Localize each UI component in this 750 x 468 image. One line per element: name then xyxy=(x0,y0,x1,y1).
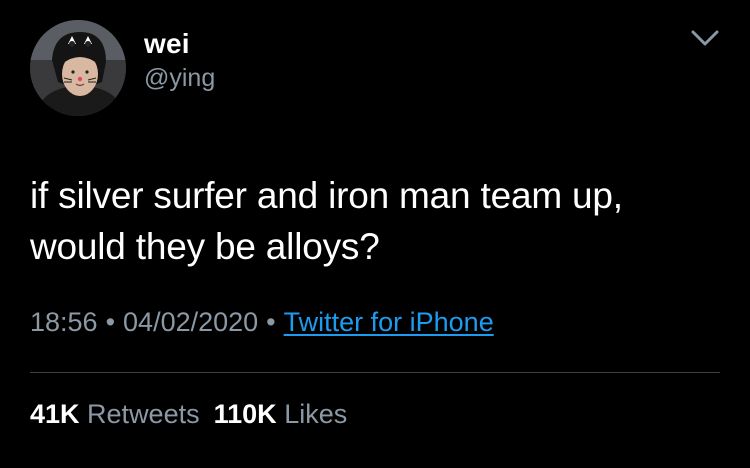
tweet-text-line-2: would they be alloys? xyxy=(30,226,380,267)
avatar-image xyxy=(30,20,126,116)
display-name[interactable]: wei xyxy=(144,28,215,60)
tweet-meta: 18:56 • 04/02/2020 • Twitter for iPhone xyxy=(30,304,494,340)
tweet-text: if silver surfer and iron man team up, w… xyxy=(30,170,720,272)
meta-separator: • xyxy=(105,307,116,337)
tweet-card: wei @ying if silver surfer and iron man … xyxy=(0,0,750,468)
tweet-header: wei @ying xyxy=(30,20,730,120)
tweet-stats: 41K Retweets 110K Likes xyxy=(30,396,361,432)
user-names: wei @ying xyxy=(144,28,215,94)
likes-stat[interactable]: 110K Likes xyxy=(214,399,348,429)
tweet-time[interactable]: 18:56 xyxy=(30,307,98,337)
tweet-text-line-1: if silver surfer and iron man team up, xyxy=(30,175,623,216)
avatar[interactable] xyxy=(30,20,126,116)
divider xyxy=(30,372,720,373)
tweet-source-link[interactable]: Twitter for iPhone xyxy=(284,307,494,337)
chevron-down-icon[interactable] xyxy=(690,28,720,48)
tweet-date[interactable]: 04/02/2020 xyxy=(123,307,258,337)
retweets-label: Retweets xyxy=(87,399,200,429)
meta-separator: • xyxy=(266,307,276,337)
likes-label: Likes xyxy=(284,399,348,429)
retweets-stat[interactable]: 41K Retweets xyxy=(30,399,200,429)
likes-count: 110K xyxy=(213,399,277,429)
user-handle[interactable]: @ying xyxy=(144,62,215,94)
retweets-count: 41K xyxy=(30,399,80,429)
